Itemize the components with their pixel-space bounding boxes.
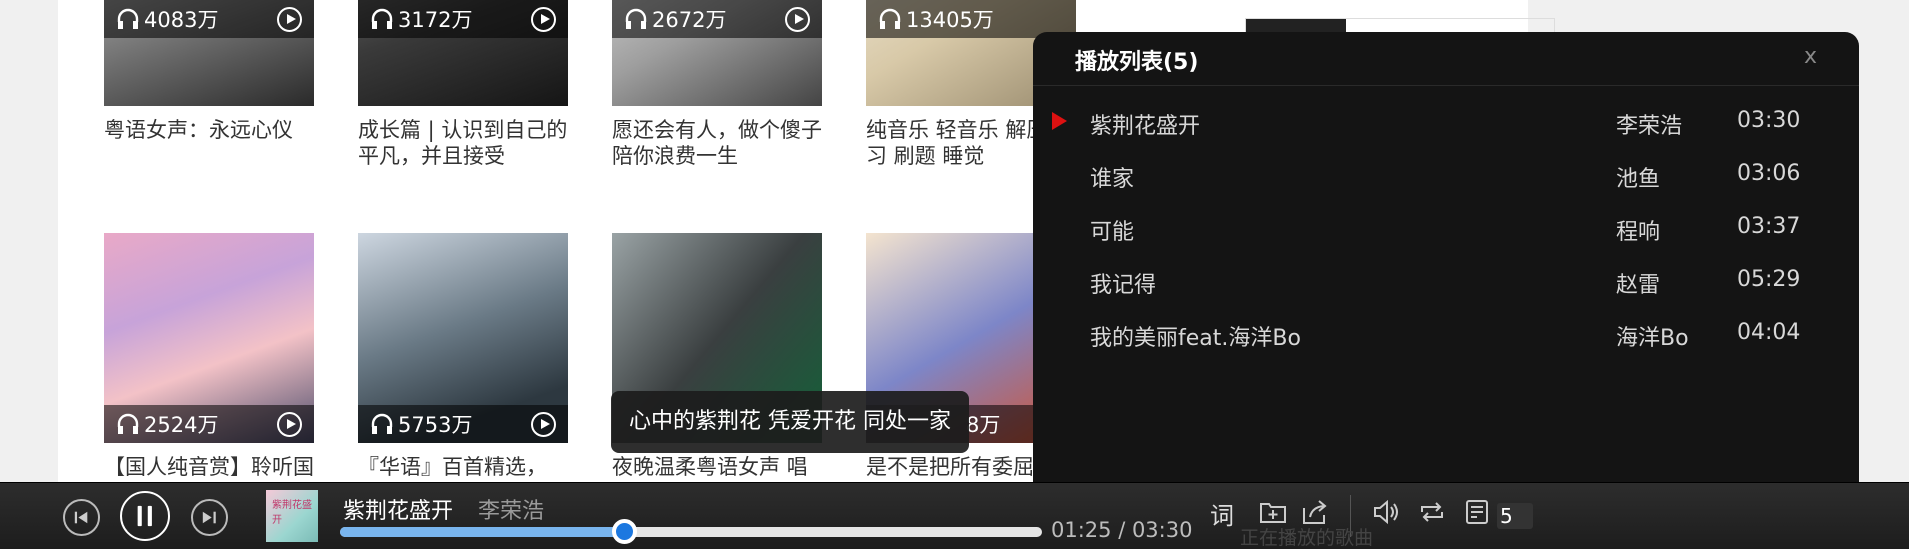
album-thumbnail-text: 紫荆花盛开 [272,500,312,526]
queue-item[interactable]: 可能 程响 03:37 [1033,202,1859,255]
queue-song-artist[interactable]: 程响 [1616,214,1660,246]
play-queue-header: 播放列表(5) x [1033,32,1859,86]
lyric-tooltip: 心中的紫荆花 凭爱开花 同处一家 [611,391,969,453]
play-count-bar: 5753万 [358,405,568,443]
headphone-icon [117,413,139,434]
playlist-card[interactable]: 2672万 愿还会有人，做个傻子陪你浪费一生 [612,0,822,169]
prev-icon [74,511,88,524]
queue-song-name: 谁家 [1090,167,1135,192]
progress-bar[interactable] [340,519,1042,544]
play-count: 13405万 [906,8,994,32]
queue-song-name: 紫荆花盛开 [1090,114,1201,139]
play-count: 5753万 [398,413,473,437]
repeat-icon[interactable] [1417,497,1447,527]
side-panel-header [1246,19,1346,33]
play-count-bar: 2672万 [612,0,822,38]
queue-song-name: 可能 [1090,220,1135,245]
playlist-card[interactable]: 4083万 粤语女声：永远心仪 [104,0,314,169]
play-circle-icon[interactable] [785,7,810,32]
volume-icon[interactable] [1371,497,1401,527]
queue-song-artist[interactable]: 池鱼 [1616,161,1660,193]
play-count: 2524万 [144,413,219,437]
playlist-title[interactable]: 愿还会有人，做个傻子陪你浪费一生 [612,117,822,169]
queue-song-duration: 03:30 [1737,108,1801,133]
headphone-icon [625,8,647,29]
playlist-title[interactable]: 成长篇 | 认识到自己的平凡，并且接受 [358,117,568,169]
progress-fill [340,527,625,537]
now-playing-icon [1052,112,1067,130]
play-count: 2672万 [652,8,727,32]
playlist-card[interactable]: 夜晚温柔粤语女声 唱出他的不眠心事 [612,233,822,506]
playlist-title[interactable]: 粤语女声：永远心仪 [104,117,314,169]
playlist-card[interactable]: 2524万 【国人纯音赏】聆听国人纯音 [104,233,314,506]
playlist-card[interactable]: 5753万 『华语』百首精选， [358,233,568,506]
queue-count-badge[interactable]: 5 [1497,503,1533,529]
headphone-icon [371,8,393,29]
play-circle-icon[interactable] [277,7,302,32]
playlist-cover[interactable]: 4083万 [104,0,314,106]
queue-song-duration: 03:37 [1737,214,1801,239]
queue-song-duration: 04:04 [1737,320,1801,345]
progress-handle[interactable] [612,519,638,544]
playlist-cover[interactable]: 5753万 [358,233,568,443]
playlist-cover[interactable]: 2672万 [612,0,822,106]
playback-time: 01:25 / 03:30 [1051,518,1193,542]
next-icon [202,511,216,524]
play-count-bar: 4083万 [104,0,314,38]
queue-icon[interactable] [1462,497,1492,527]
play-circle-icon[interactable] [531,7,556,32]
headphone-icon [371,413,393,434]
play-count-bar: 3172万 [358,0,568,38]
play-count: 8万 [966,413,1001,437]
headphone-icon [879,8,901,29]
play-queue-list: 紫荆花盛开 李荣浩 03:30 谁家 池鱼 03:06 可能 程响 03:37 … [1033,86,1859,361]
status-text: 正在播放的歌曲 [1240,527,1374,549]
play-queue-panel: 播放列表(5) x 紫荆花盛开 李荣浩 03:30 谁家 池鱼 03:06 可能… [1033,32,1859,482]
pause-icon [137,505,152,527]
album-thumbnail[interactable]: 紫荆花盛开 [266,490,318,542]
queue-song-name: 我的美丽feat.海洋Bo [1090,326,1301,351]
queue-song-duration: 03:06 [1737,161,1801,186]
play-circle-icon[interactable] [531,412,556,437]
play-count: 4083万 [144,8,219,32]
play-count-bar: 2524万 [104,405,314,443]
queue-song-name: 我记得 [1090,273,1157,298]
playlist-card[interactable]: 3172万 成长篇 | 认识到自己的平凡，并且接受 [358,0,568,169]
current-song-artist[interactable]: 李荣浩 [478,493,544,525]
queue-song-duration: 05:29 [1737,267,1801,292]
prev-button[interactable] [63,499,100,536]
player-bar: 紫荆花盛开 紫荆花盛开 李荣浩 01:25 / 03:30 词 5 正在播放的歌… [0,482,1909,549]
play-queue-title: 播放列表(5) [1075,50,1199,75]
play-circle-icon[interactable] [277,412,302,437]
queue-item[interactable]: 我记得 赵雷 05:29 [1033,255,1859,308]
queue-item[interactable]: 紫荆花盛开 李荣浩 03:30 [1033,96,1859,149]
queue-song-artist[interactable]: 李荣浩 [1616,108,1682,140]
queue-item[interactable]: 我的美丽feat.海洋Bo 海洋Bo 04:04 [1033,308,1859,361]
play-count: 3172万 [398,8,473,32]
playlist-cover[interactable]: 2524万 [104,233,314,443]
playlist-cover[interactable]: 3172万 [358,0,568,106]
queue-song-artist[interactable]: 赵雷 [1616,267,1660,299]
lyric-toggle-button[interactable]: 词 [1210,496,1240,530]
next-button[interactable] [191,499,228,536]
queue-item[interactable]: 谁家 池鱼 03:06 [1033,149,1859,202]
headphone-icon [117,8,139,29]
close-icon[interactable]: x [1804,44,1817,69]
pause-button[interactable] [120,491,170,541]
queue-song-artist[interactable]: 海洋Bo [1616,320,1689,352]
current-song-name[interactable]: 紫荆花盛开 [343,493,453,525]
